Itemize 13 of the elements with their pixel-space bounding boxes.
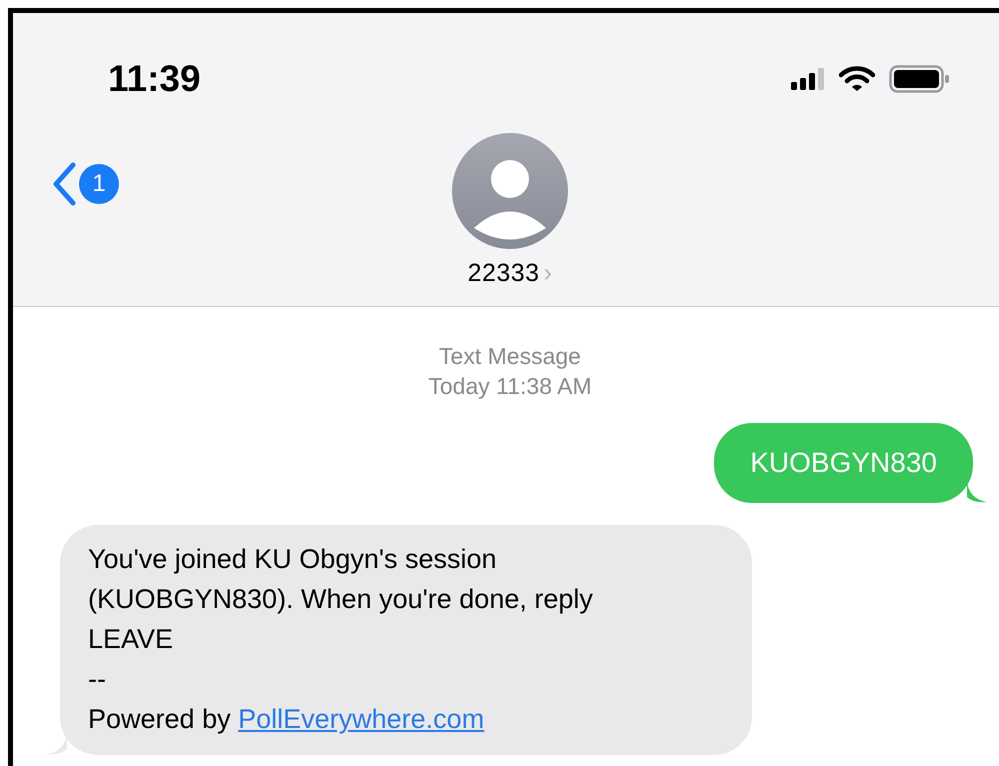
wifi-icon (839, 66, 875, 92)
avatar-icon[interactable] (452, 133, 568, 249)
bubble-tail (967, 481, 987, 503)
website-link[interactable]: PollEverywhere.com (238, 704, 484, 734)
status-time: 11:39 (108, 58, 201, 100)
contact-name[interactable]: 22333 › (468, 259, 552, 288)
message-timestamp: Today 11:38 AM (428, 372, 592, 401)
service-label: Text Message (439, 342, 581, 371)
back-chevron-icon[interactable] (51, 161, 77, 207)
sent-message: KUOBGYN830 (714, 423, 973, 503)
signal-icon (791, 68, 825, 90)
received-message: You've joined KU Obgyn's session (KUOBGYN830). When you're done, reply LEAVE -- Powered by PollEverywhere.com (60, 525, 752, 755)
battery-icon (889, 65, 951, 93)
